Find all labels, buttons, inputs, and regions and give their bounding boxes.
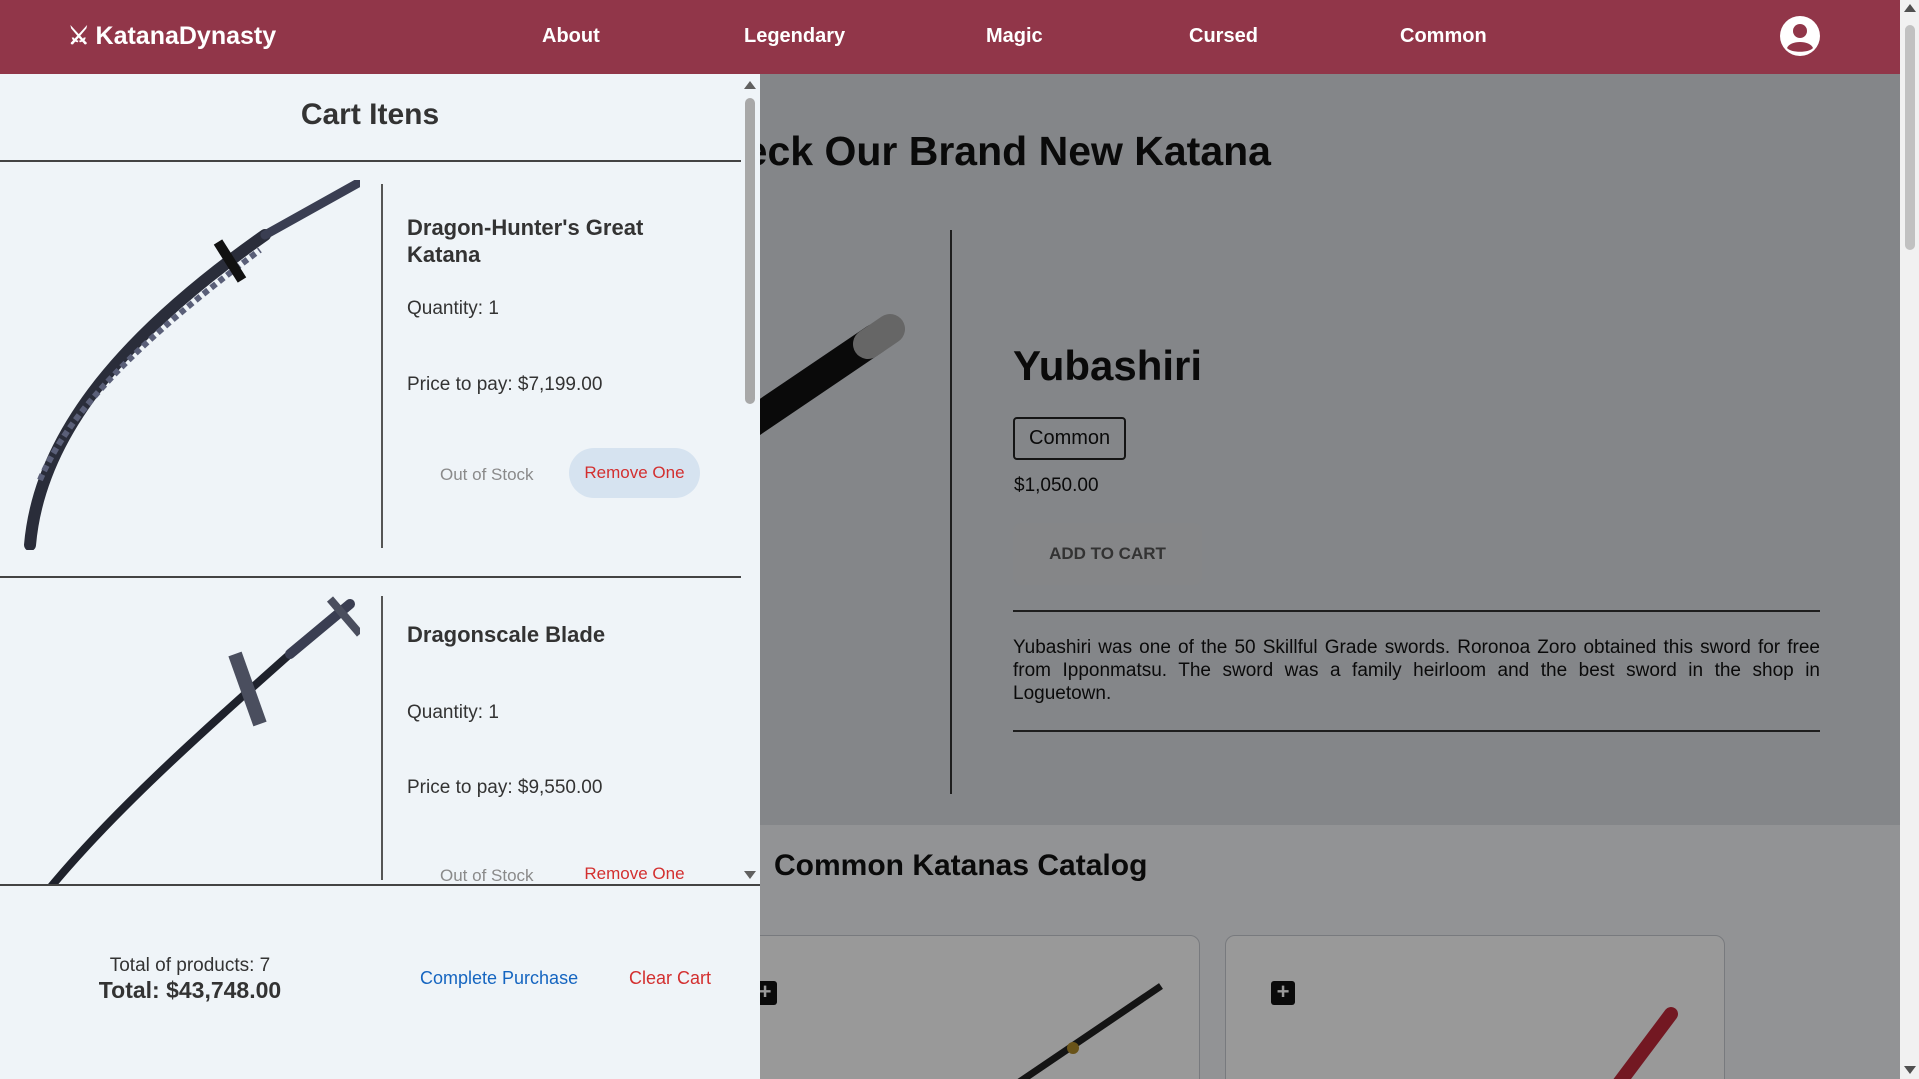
account-circle-icon[interactable] — [1779, 15, 1821, 57]
item-price: Price to pay: $7,199.00 — [407, 374, 603, 395]
item-quantity: Quantity: 1 — [407, 702, 499, 723]
cart-drawer: Cart Itens Dragon-Hunter's Great Katana … — [0, 74, 760, 1079]
katana-image — [24, 180, 360, 550]
item-name: Dragon-Hunter's Great Katana — [407, 215, 644, 267]
item-quantity: Quantity: 1 — [407, 298, 499, 319]
scroll-down-arrow-icon[interactable] — [744, 871, 756, 879]
modal-backdrop[interactable] — [760, 74, 1900, 1079]
cart-title: Cart Itens — [300, 98, 440, 131]
cart-items-list: Dragon-Hunter's Great Katana Quantity: 1… — [0, 162, 741, 959]
crossed-swords-icon: ⚔ — [68, 23, 90, 50]
nav-link-about[interactable]: About — [542, 25, 600, 48]
clear-cart-button[interactable]: Clear Cart — [629, 968, 711, 989]
out-of-stock-button: Out of Stock — [440, 866, 534, 885]
complete-purchase-button[interactable]: Complete Purchase — [420, 968, 578, 989]
cart-scrollbar[interactable] — [741, 74, 760, 884]
cart-footer: Total of products: 7 Total: $43,748.00 C… — [0, 884, 760, 1079]
cart-item: Dragon-Hunter's Great Katana Quantity: 1… — [0, 162, 741, 576]
item-name: Dragonscale Blade — [407, 622, 606, 647]
out-of-stock-button: Out of Stock — [440, 465, 534, 484]
nav-link-legendary[interactable]: Legendary — [744, 25, 845, 48]
brand-name: KatanaDynasty — [95, 22, 277, 50]
nav-link-magic[interactable]: Magic — [986, 25, 1043, 48]
scroll-up-arrow-icon[interactable] — [744, 81, 756, 89]
item-divider — [381, 596, 383, 880]
remove-one-button[interactable]: Remove One — [569, 448, 700, 498]
nav-link-cursed[interactable]: Cursed — [1189, 25, 1258, 48]
brand-logo[interactable]: ⚔ KatanaDynasty — [68, 22, 276, 51]
cart-scrollbar-thumb[interactable] — [745, 98, 755, 404]
scroll-up-arrow-icon[interactable] — [1904, 4, 1916, 12]
page-scrollbar[interactable] — [1900, 0, 1919, 1079]
item-divider — [381, 184, 383, 548]
cart-total: Total: $43,748.00 — [98, 977, 282, 1003]
top-navbar: ⚔ KatanaDynasty About Legendary Magic Cu… — [0, 0, 1919, 74]
nav-link-common[interactable]: Common — [1400, 25, 1487, 48]
total-products-count: Total of products: 7 — [109, 955, 271, 976]
page-scrollbar-thumb[interactable] — [1905, 25, 1915, 250]
scroll-down-arrow-icon[interactable] — [1904, 1066, 1916, 1074]
item-price: Price to pay: $9,550.00 — [407, 777, 603, 798]
